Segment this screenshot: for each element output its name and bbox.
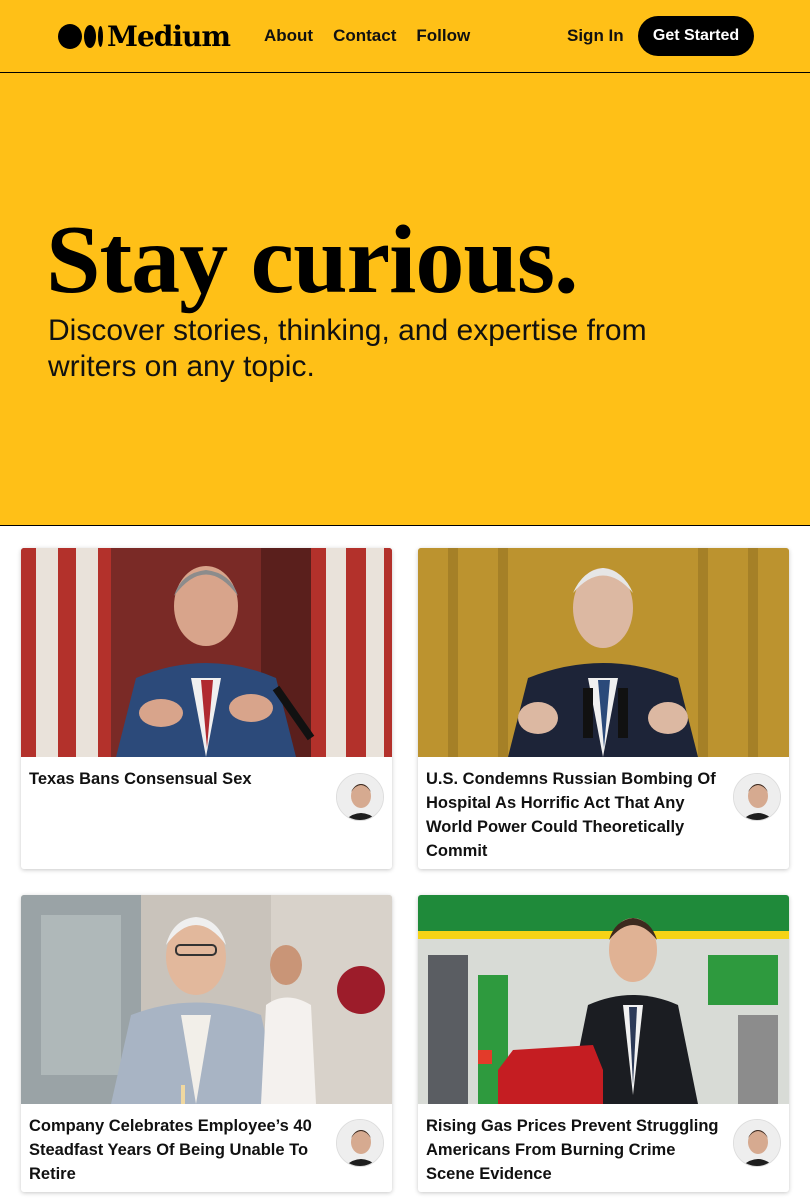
nav-link-contact[interactable]: Contact	[333, 26, 396, 46]
top-navbar: Medium About Contact Follow Sign In Get …	[0, 0, 810, 73]
main-nav: About Contact Follow	[264, 26, 470, 46]
article-image-office-celebration[interactable]	[21, 895, 392, 1104]
article-card[interactable]: U.S. Condemns Russian Bombing Of Hospita…	[418, 548, 789, 869]
hero-subtitle: Discover stories, thinking, and expertis…	[48, 314, 647, 383]
article-image-president-speaking[interactable]	[418, 548, 789, 757]
author-avatar[interactable]	[733, 773, 781, 821]
nav-link-follow[interactable]: Follow	[416, 26, 470, 46]
nav-link-about[interactable]: About	[264, 26, 313, 46]
article-card[interactable]: Rising Gas Prices Prevent Struggling Ame…	[418, 895, 789, 1192]
hero-banner: Stay curious. Discover stories, thinking…	[0, 73, 810, 526]
article-title[interactable]: Company Celebrates Employee’s 40 Steadfa…	[29, 1114, 329, 1186]
medium-logo-icon	[58, 23, 103, 49]
hero-title: Stay curious.	[46, 206, 579, 314]
article-card[interactable]: Company Celebrates Employee’s 40 Steadfa…	[21, 895, 392, 1192]
article-image-gas-station[interactable]	[418, 895, 789, 1104]
author-avatar[interactable]	[336, 773, 384, 821]
article-title[interactable]: U.S. Condemns Russian Bombing Of Hospita…	[426, 767, 726, 863]
get-started-button[interactable]: Get Started	[638, 16, 754, 56]
medium-logo[interactable]: Medium	[58, 19, 231, 53]
sign-in-link[interactable]: Sign In	[567, 26, 624, 46]
article-card[interactable]: Texas Bans Consensual Sex	[21, 548, 392, 869]
author-avatar[interactable]	[733, 1119, 781, 1167]
author-avatar[interactable]	[336, 1119, 384, 1167]
logo-wordmark: Medium	[107, 19, 231, 53]
article-image-politician-speaking[interactable]	[21, 548, 392, 757]
article-title[interactable]: Rising Gas Prices Prevent Struggling Ame…	[426, 1114, 726, 1186]
article-title[interactable]: Texas Bans Consensual Sex	[29, 767, 329, 791]
